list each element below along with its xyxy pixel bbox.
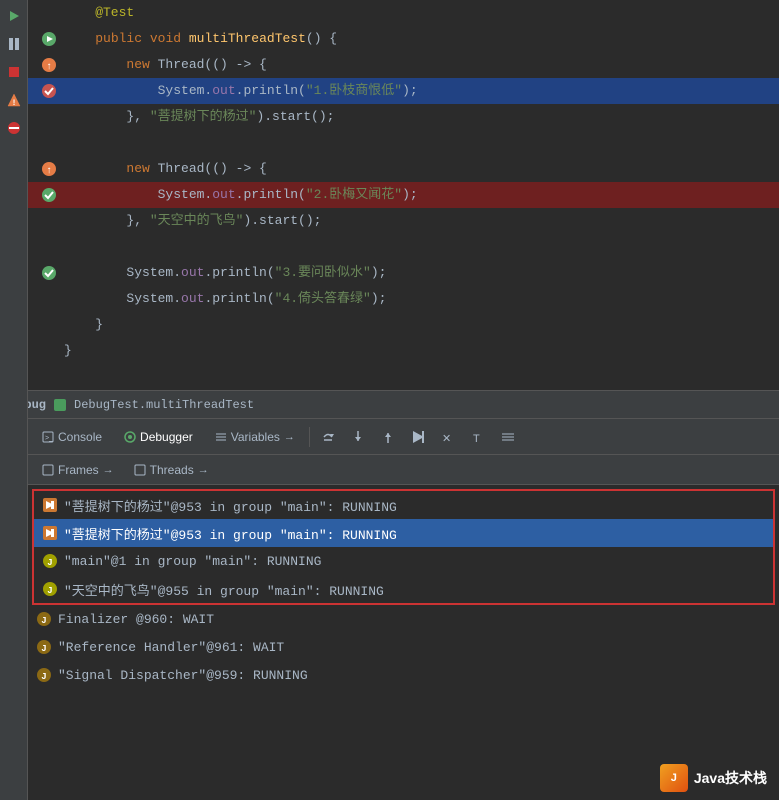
- tab-frames[interactable]: Frames →: [34, 460, 122, 480]
- step-out-icon: [380, 429, 396, 445]
- line-gutter: ↑: [38, 57, 60, 73]
- evaluate-button[interactable]: ✕: [434, 423, 462, 451]
- thread-item-3[interactable]: J "main"@1 in group "main": RUNNING: [34, 547, 773, 575]
- frames-label: Frames: [58, 463, 99, 477]
- settings-button[interactable]: T: [464, 423, 492, 451]
- debug-session-name: DebugTest.multiThreadTest: [74, 398, 254, 412]
- svg-text:>_: >_: [45, 435, 53, 442]
- step-into-icon: [350, 429, 366, 445]
- debug-panel: Debug DebugTest.multiThreadTest !: [0, 390, 779, 800]
- tab-variables[interactable]: Variables →: [205, 426, 305, 448]
- svg-text:J: J: [41, 672, 46, 682]
- svg-text:↑: ↑: [46, 166, 52, 177]
- thread-text-2: "菩提树下的杨过"@953 in group "main": RUNNING: [64, 524, 397, 543]
- line-content: System.out.println("4.倚头答春绿");: [60, 286, 779, 312]
- watermark-logo-text: J: [671, 772, 677, 784]
- sub-toolbar: Frames → Threads →: [28, 455, 779, 485]
- thread-text-5: Finalizer @960: WAIT: [58, 612, 214, 627]
- line-content: System.out.println("3.要问卧似水");: [60, 260, 779, 286]
- thread-icon-7: J: [36, 667, 52, 683]
- step-over-button[interactable]: [314, 423, 342, 451]
- threads-icon: [134, 464, 146, 476]
- line-gutter: [38, 83, 60, 99]
- step-into-button[interactable]: [344, 423, 372, 451]
- debugger-icon: [124, 431, 136, 443]
- run-to-cursor-button[interactable]: [404, 423, 432, 451]
- highlighted-threads-box: "菩提树下的杨过"@953 in group "main": RUNNING "…: [32, 489, 775, 605]
- layout-button[interactable]: [494, 423, 522, 451]
- thread-item-2[interactable]: "菩提树下的杨过"@953 in group "main": RUNNING: [34, 519, 773, 547]
- svg-text:J: J: [47, 586, 52, 596]
- tab-console[interactable]: >_ Console: [32, 426, 112, 448]
- thread-text-1: "菩提树下的杨过"@953 in group "main": RUNNING: [64, 496, 397, 515]
- line-gutter: ↑: [38, 161, 60, 177]
- thread-item-4[interactable]: J "天空中的飞鸟"@955 in group "main": RUNNING: [34, 575, 773, 603]
- tab-threads[interactable]: Threads →: [126, 460, 217, 480]
- svg-text:✕: ✕: [442, 433, 451, 445]
- variables-arrow: →: [284, 431, 295, 443]
- watermark: J Java技术栈: [660, 764, 767, 792]
- thread-icon-1: [42, 497, 58, 513]
- line-content: new Thread(() -> {: [60, 52, 779, 78]
- line-content: }, "天空中的飞鸟").start();: [60, 208, 779, 234]
- thread-icon-5: J: [36, 611, 52, 627]
- thread-item-6[interactable]: J "Reference Handler"@961: WAIT: [28, 633, 779, 661]
- watermark-logo: J: [660, 764, 688, 792]
- threads-arrow: →: [198, 464, 209, 476]
- thread-text-3: "main"@1 in group "main": RUNNING: [64, 554, 321, 569]
- thread-text-6: "Reference Handler"@961: WAIT: [58, 640, 284, 655]
- line-gutter: [38, 31, 60, 47]
- line-content: }: [60, 312, 779, 338]
- svg-text:J: J: [47, 558, 52, 568]
- svg-text:↑: ↑: [46, 62, 52, 73]
- watermark-label: Java技术栈: [694, 768, 767, 788]
- line-gutter: [38, 187, 60, 203]
- debugger-tab-label: Debugger: [140, 430, 193, 444]
- thread-icon-3: J: [42, 553, 58, 569]
- run-cursor-icon: [410, 429, 426, 445]
- frames-icon: [42, 464, 54, 476]
- svg-text:J: J: [41, 644, 46, 654]
- line-content: public void multiThreadTest() {: [60, 26, 779, 52]
- evaluate-icon: ✕: [440, 429, 456, 445]
- thread-text-7: "Signal Dispatcher"@959: RUNNING: [58, 668, 308, 683]
- line-content: }: [60, 338, 779, 364]
- debug-title-bar: Debug DebugTest.multiThreadTest: [0, 391, 779, 419]
- step-out-button[interactable]: [374, 423, 402, 451]
- debug-toolbar: >_ Console Debugger Variables →: [28, 419, 779, 455]
- line-content: @Test: [60, 0, 779, 26]
- thread-icon-2: [42, 525, 58, 541]
- debug-content: >_ Console Debugger Variables →: [28, 419, 779, 800]
- tab-debugger[interactable]: Debugger: [114, 426, 203, 448]
- console-icon: >_: [42, 431, 54, 443]
- threads-label: Threads: [150, 463, 194, 477]
- variables-tab-label: Variables: [231, 430, 280, 444]
- line-content: System.out.println("2.卧梅又闻花");: [60, 182, 779, 208]
- console-tab-label: Console: [58, 430, 102, 444]
- debug-left-sidebar: !: [0, 419, 28, 800]
- svg-text:J: J: [41, 616, 46, 626]
- line-content: new Thread(() -> {: [60, 156, 779, 182]
- line-gutter: [38, 265, 60, 281]
- thread-item-5[interactable]: J Finalizer @960: WAIT: [28, 605, 779, 633]
- line-content: }, "菩提树下的杨过").start();: [60, 104, 779, 130]
- threads-list[interactable]: "菩提树下的杨过"@953 in group "main": RUNNING "…: [28, 485, 779, 800]
- layout-icon: [500, 429, 516, 445]
- thread-icon-6: J: [36, 639, 52, 655]
- svg-text:T: T: [473, 433, 480, 445]
- toolbar-separator-1: [309, 427, 310, 447]
- frames-arrow: →: [103, 464, 114, 476]
- debug-body: ! >_ Console Debugger: [0, 419, 779, 800]
- thread-item-7[interactable]: J "Signal Dispatcher"@959: RUNNING: [28, 661, 779, 689]
- step-over-icon: [320, 429, 336, 445]
- debug-session-icon: [54, 399, 66, 411]
- line-content: System.out.println("1.卧枝商恨低");: [60, 78, 779, 104]
- thread-item-1[interactable]: "菩提树下的杨过"@953 in group "main": RUNNING: [34, 491, 773, 519]
- settings-icon: T: [470, 429, 486, 445]
- variables-icon: [215, 431, 227, 443]
- thread-text-4: "天空中的飞鸟"@955 in group "main": RUNNING: [64, 580, 384, 599]
- code-editor: 35 @Test36 public void multiThreadTest()…: [0, 0, 779, 390]
- thread-icon-4: J: [42, 581, 58, 597]
